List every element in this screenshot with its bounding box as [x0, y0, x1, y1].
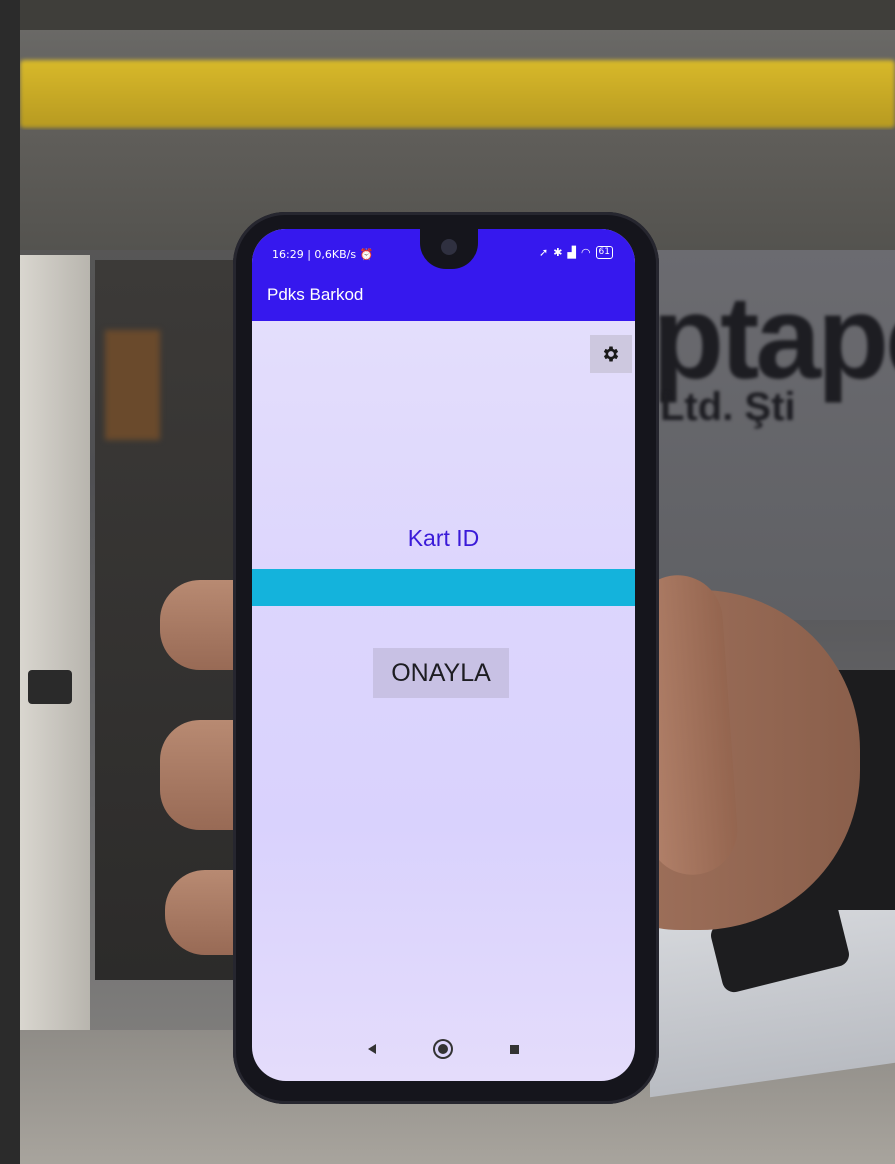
app-bar: Pdks Barkod — [252, 269, 635, 321]
back-icon[interactable] — [368, 1044, 376, 1054]
door — [20, 255, 90, 1035]
onayla-button[interactable]: ONAYLA — [373, 648, 509, 698]
wall-sign-subtext: Ltd. Şti — [660, 385, 796, 429]
nav-bar — [252, 1017, 635, 1081]
status-time: 16:29 | 0,6KB/s ⏰ — [272, 248, 373, 261]
phone-screen: 16:29 | 0,6KB/s ⏰ ➚ ✱ ▟ ◠ 61 Pdks Barkod… — [252, 229, 635, 1081]
bluetooth-icon: ✱ — [553, 246, 563, 259]
recents-icon[interactable] — [510, 1044, 519, 1054]
door-handle — [28, 670, 72, 704]
kart-id-input[interactable] — [252, 569, 635, 606]
ceiling — [0, 0, 895, 30]
alarm-icon: ⏰ — [359, 248, 374, 261]
yellow-banner — [20, 60, 895, 128]
gear-icon — [603, 346, 619, 362]
home-icon[interactable] — [438, 1044, 448, 1054]
status-icons: ➚ ✱ ▟ ◠ 61 — [539, 246, 613, 259]
battery-icon: 61 — [595, 246, 613, 259]
location-icon: ➚ — [539, 246, 549, 259]
app-title: Pdks Barkod — [267, 285, 364, 304]
kart-id-label: Kart ID — [407, 525, 480, 551]
shelf-item — [105, 330, 160, 440]
left-edge — [0, 0, 20, 1164]
camera-icon — [441, 239, 457, 255]
wifi-icon: ◠ — [580, 246, 591, 259]
settings-button[interactable] — [590, 335, 632, 373]
status-time-text: 16:29 | 0,6KB/s — [272, 248, 357, 261]
signal-icon: ▟ — [567, 246, 576, 259]
